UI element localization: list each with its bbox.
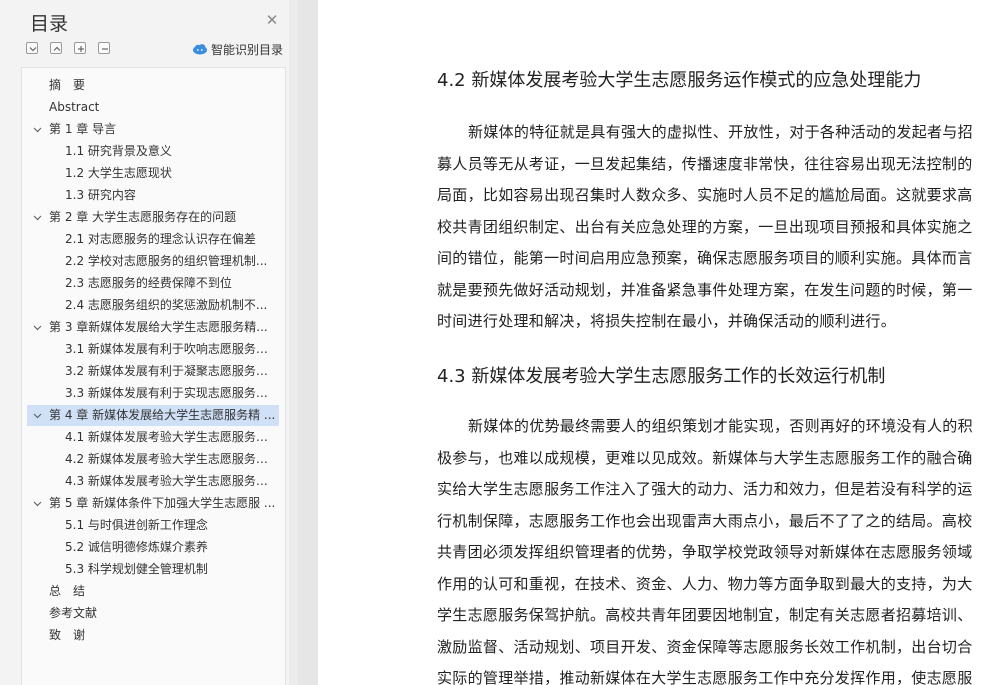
smart-toc-button[interactable]: 智能识别目录 — [192, 40, 283, 58]
toc-item-label: 第 4 章 新媒体发展给大学生志愿服务精 ... — [49, 408, 276, 422]
toc-item-label: 1.2 大学生志愿现状 — [65, 166, 172, 180]
chevron-down-icon[interactable] — [33, 411, 42, 420]
close-icon[interactable]: ✕ — [264, 12, 280, 28]
toc-item[interactable]: 第 3 章新媒体发展给大学生志愿服务精... — [27, 317, 279, 338]
sidebar-title: 目录 — [30, 13, 69, 35]
toc-item-label: 第 5 章 新媒体条件下加强大学生志愿服 ... — [49, 496, 276, 510]
toc-item-label: 3.1 新媒体发展有利于吹响志愿服务 ... — [65, 342, 271, 356]
toc-item[interactable]: 参考文献 — [27, 603, 279, 624]
paragraph-line: 激励监督、活动规划、项目开发、资金保障等志愿服务长效工作机制，出台切合 — [437, 637, 973, 656]
document-gutter — [298, 0, 318, 685]
section-heading-4-2: 4.2 新媒体发展考验大学生志愿服务运作模式的应急处理能力 — [437, 70, 922, 91]
toc-item-label: 4.2 新媒体发展考验大学生志愿服务 ... — [65, 452, 271, 466]
toc-item[interactable]: 5.3 科学规划健全管理机制 — [27, 559, 279, 580]
toc-list: 摘 要 Abstract 第 1 章 导言 1.1 研究背景及意义 1.2 大学生志愿现… — [21, 67, 286, 685]
toc-item-label: 2.3 志愿服务的经费保障不到位 — [65, 276, 232, 290]
toc-item[interactable]: 致 谢 — [27, 625, 279, 646]
chevron-down-icon[interactable] — [33, 125, 42, 134]
toc-item[interactable]: 第 1 章 导言 — [27, 119, 279, 140]
toc-item-label: 3.2 新媒体发展有利于凝聚志愿服务 ... — [65, 364, 271, 378]
smart-toc-label: 智能识别目录 — [211, 42, 284, 57]
toc-sidebar: 目录 ✕ 智能识别目录 摘 要 Abstract 第 1 章 导言 1.1 研究背景及… — [0, 0, 298, 685]
paragraph-line: 时间进行处理和解决，将损失控制在最小，并确保活动的顺利进行。 — [437, 312, 897, 330]
toc-item[interactable]: Abstract — [27, 97, 279, 118]
toc-item-label: 1.1 研究背景及意义 — [65, 144, 172, 158]
paragraph-line: 作用的认可和重视，在技术、资金、人力、物力等方面争取到最大的支持，为大 — [437, 574, 973, 593]
cloud-icon — [193, 44, 207, 55]
toc-item[interactable]: 总 结 — [27, 581, 279, 602]
paragraph-line: 校共青团组织制定、出台有关应急处理的方案，一旦出现项目预报和具体实施之 — [437, 217, 973, 236]
toc-item[interactable]: 2.3 志愿服务的经费保障不到位 — [27, 273, 279, 294]
toc-item[interactable]: 2.4 志愿服务组织的奖惩激励机制不... — [27, 295, 279, 316]
paragraph-line: 极参与，也难以成规模，更难以见成效。新媒体与大学生志愿服务工作的融合确 — [437, 448, 973, 467]
toc-item[interactable]: 第 2 章 大学生志愿服务存在的问题 — [27, 207, 279, 228]
expand-all-icon[interactable] — [50, 42, 62, 54]
toc-item[interactable]: 4.2 新媒体发展考验大学生志愿服务 ... — [27, 449, 279, 470]
toc-item-label: 4.1 新媒体发展考验大学生志愿服务 ... — [65, 430, 271, 444]
toc-item[interactable]: 第 4 章 新媒体发展给大学生志愿服务精 ... — [27, 405, 279, 426]
paragraph-line: 实际的管理举措，推动新媒体在大学生志愿服务工作中充分发挥作用，使志愿服 — [437, 669, 973, 685]
toc-item-label: 2.2 学校对志愿服务的组织管理机制... — [65, 254, 268, 268]
toc-item-label: 2.4 志愿服务组织的奖惩激励机制不... — [65, 298, 268, 312]
toc-item-label: 第 1 章 导言 — [49, 122, 117, 136]
toc-item-label: Abstract — [49, 100, 100, 114]
toc-item-label: 总 结 — [49, 584, 86, 598]
paragraph-line: 局面，比如容易出现召集时人数众多、实施时人员不足的尴尬局面。这就要求高 — [437, 186, 973, 204]
toc-item-label: 第 3 章新媒体发展给大学生志愿服务精... — [49, 320, 268, 334]
chevron-down-icon[interactable] — [33, 323, 42, 332]
toc-item[interactable]: 2.1 对志愿服务的理念认识存在偏差 — [27, 229, 279, 250]
toc-item-label: 参考文献 — [49, 606, 98, 620]
toc-item-label: 第 2 章 大学生志愿服务存在的问题 — [49, 210, 237, 224]
toc-item-label: 摘 要 — [49, 78, 86, 92]
document-page: 4.2 新媒体发展考验大学生志愿服务运作模式的应急处理能力 新媒体的特征就是具有… — [318, 0, 983, 685]
chevron-down-icon[interactable] — [33, 213, 42, 222]
paragraph-line: 间的错位，能第一时间启用应急预案，确保志愿服务项目的顺利实施。具体而言 — [437, 249, 973, 267]
paragraph-line: 就是要预先做好活动规划，并准备紧急事件处理方案，在发生问题的时候，第一 — [437, 280, 973, 299]
toc-item-label: 5.3 科学规划健全管理机制 — [65, 562, 208, 576]
add-heading-icon[interactable] — [74, 42, 86, 54]
paragraph-line: 新媒体的特征就是具有强大的虚拟性、开放性，对于各种活动的发起者与招 — [468, 123, 973, 141]
toc-item[interactable]: 4.3 新媒体发展考验大学生志愿服务 ... — [27, 471, 279, 492]
toc-item[interactable]: 第 5 章 新媒体条件下加强大学生志愿服 ... — [27, 493, 279, 514]
paragraph-line: 学生志愿服务保驾护航。高校共青年团要因地制宜，制定有关志愿者招募培训、 — [437, 606, 973, 624]
remove-heading-icon[interactable] — [98, 42, 110, 54]
toc-item-label: 5.2 诚信明德修炼媒介素养 — [65, 540, 208, 554]
toc-item[interactable]: 4.1 新媒体发展考验大学生志愿服务 ... — [27, 427, 279, 448]
toc-item-label: 1.3 研究内容 — [65, 188, 136, 202]
toc-item[interactable]: 1.2 大学生志愿现状 — [27, 163, 279, 184]
chevron-down-icon[interactable] — [33, 499, 42, 508]
paragraph-line: 募人员等无从考证，一旦发起集结，传播速度非常快，往往容易出现无法控制的 — [437, 154, 973, 173]
toc-item-label: 3.3 新媒体发展有利于实现志愿服务 ... — [65, 386, 271, 400]
paragraph-line: 实给大学生志愿服务工作注入了强大的动力、活力和效力，但是若没有科学的运 — [437, 480, 973, 498]
toc-item[interactable]: 2.2 学校对志愿服务的组织管理机制... — [27, 251, 279, 272]
paragraph-line: 新媒体的优势最终需要人的组织策划才能实现，否则再好的环境没有人的积 — [468, 417, 973, 435]
toc-item[interactable]: 5.1 与时俱进创新工作理念 — [27, 515, 279, 536]
toc-item[interactable]: 3.1 新媒体发展有利于吹响志愿服务 ... — [27, 339, 279, 360]
toc-item[interactable]: 3.2 新媒体发展有利于凝聚志愿服务 ... — [27, 361, 279, 382]
section-heading-4-3: 4.3 新媒体发展考验大学生志愿服务工作的长效运行机制 — [437, 366, 886, 387]
collapse-all-icon[interactable] — [26, 42, 38, 54]
paragraph-line: 行机制保障，志愿服务工作也会出现雷声大雨点小，最后不了了之的结局。高校 — [437, 511, 973, 530]
toc-item[interactable]: 5.2 诚信明德修炼媒介素养 — [27, 537, 279, 558]
toc-item[interactable]: 1.3 研究内容 — [27, 185, 279, 206]
toc-item[interactable]: 摘 要 — [27, 75, 279, 96]
paragraph-line: 共青团必须发挥组织管理者的优势，争取学校党政领导对新媒体在志愿服务领域 — [437, 543, 973, 561]
toc-item-label: 2.1 对志愿服务的理念认识存在偏差 — [65, 232, 256, 246]
toc-item-label: 4.3 新媒体发展考验大学生志愿服务 ... — [65, 474, 271, 488]
toc-item-label: 5.1 与时俱进创新工作理念 — [65, 518, 208, 532]
toc-item[interactable]: 3.3 新媒体发展有利于实现志愿服务 ... — [27, 383, 279, 404]
toc-item[interactable]: 1.1 研究背景及意义 — [27, 141, 279, 162]
sidebar-scrollbar[interactable] — [289, 0, 298, 685]
toc-item-label: 致 谢 — [49, 628, 86, 642]
